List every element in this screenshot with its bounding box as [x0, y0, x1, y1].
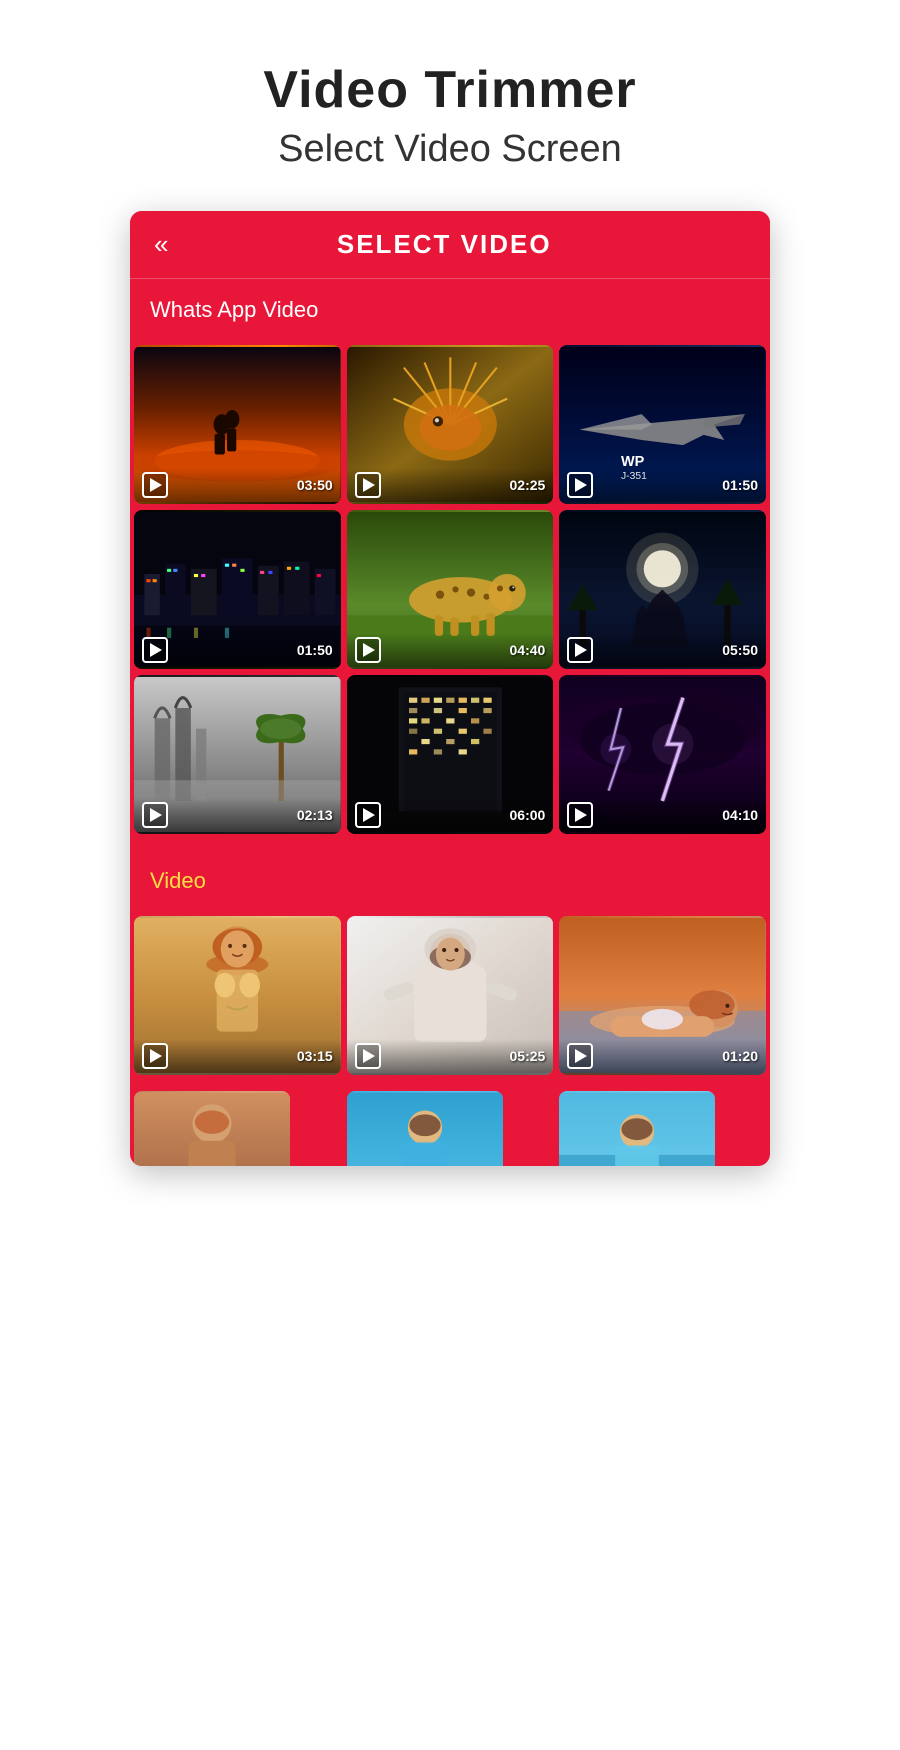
video-thumb-6[interactable]: 05:50 [559, 510, 766, 669]
video-section-label: Video [146, 868, 754, 894]
play-icon-7[interactable] [142, 802, 168, 828]
duration-9: 04:10 [722, 807, 758, 823]
page-header: Video Trimmer Select Video Screen [243, 0, 656, 211]
video-thumb-1[interactable]: 03:50 [134, 345, 341, 504]
back-button[interactable]: « [154, 229, 168, 260]
whatsapp-section-label: Whats App Video [146, 297, 754, 323]
video-grid: 03:15 [130, 916, 770, 1091]
video-thumb-14[interactable] [347, 1091, 503, 1166]
duration-8: 06:00 [510, 807, 546, 823]
whatsapp-section: Whats App Video [130, 279, 770, 345]
video-thumb-15[interactable] [559, 1091, 715, 1166]
video-thumb-7[interactable]: 02:13 [134, 675, 341, 834]
play-icon-10[interactable] [142, 1043, 168, 1069]
duration-3: 01:50 [722, 477, 758, 493]
app-container: « SELECT VIDEO Whats App Video [130, 211, 770, 1166]
video-thumb-5[interactable]: 04:40 [347, 510, 554, 669]
whatsapp-video-grid: 03:50 [130, 345, 770, 850]
duration-7: 02:13 [297, 807, 333, 823]
play-icon-1[interactable] [142, 472, 168, 498]
video-thumb-2[interactable]: 02:25 [347, 345, 554, 504]
app-toolbar: « SELECT VIDEO [130, 211, 770, 279]
toolbar-title: SELECT VIDEO [184, 229, 704, 260]
play-icon-8[interactable] [355, 802, 381, 828]
video-thumb-13[interactable] [134, 1091, 290, 1166]
video-thumb-3[interactable]: WP J-351 01:50 [559, 345, 766, 504]
video-thumb-4[interactable]: 01:50 [134, 510, 341, 669]
duration-5: 04:40 [510, 642, 546, 658]
video-thumb-11[interactable]: 05:25 [347, 916, 554, 1075]
play-icon-5[interactable] [355, 637, 381, 663]
video-section: Video [130, 850, 770, 916]
play-icon-2[interactable] [355, 472, 381, 498]
play-icon-3[interactable] [567, 472, 593, 498]
play-icon-4[interactable] [142, 637, 168, 663]
duration-11: 05:25 [510, 1048, 546, 1064]
video-thumb-8[interactable]: 06:00 [347, 675, 554, 834]
video-thumb-9[interactable]: 04:10 [559, 675, 766, 834]
duration-4: 01:50 [297, 642, 333, 658]
duration-2: 02:25 [510, 477, 546, 493]
video-thumb-12[interactable]: 01:20 [559, 916, 766, 1075]
duration-1: 03:50 [297, 477, 333, 493]
video-thumb-10[interactable]: 03:15 [134, 916, 341, 1075]
page-subtitle: Select Video Screen [263, 128, 636, 171]
play-icon-12[interactable] [567, 1043, 593, 1069]
play-icon-11[interactable] [355, 1043, 381, 1069]
duration-10: 03:15 [297, 1048, 333, 1064]
duration-12: 01:20 [722, 1048, 758, 1064]
play-icon-9[interactable] [567, 802, 593, 828]
partial-video-grid [130, 1091, 770, 1166]
duration-6: 05:50 [722, 642, 758, 658]
page-title: Video Trimmer [263, 60, 636, 120]
play-icon-6[interactable] [567, 637, 593, 663]
